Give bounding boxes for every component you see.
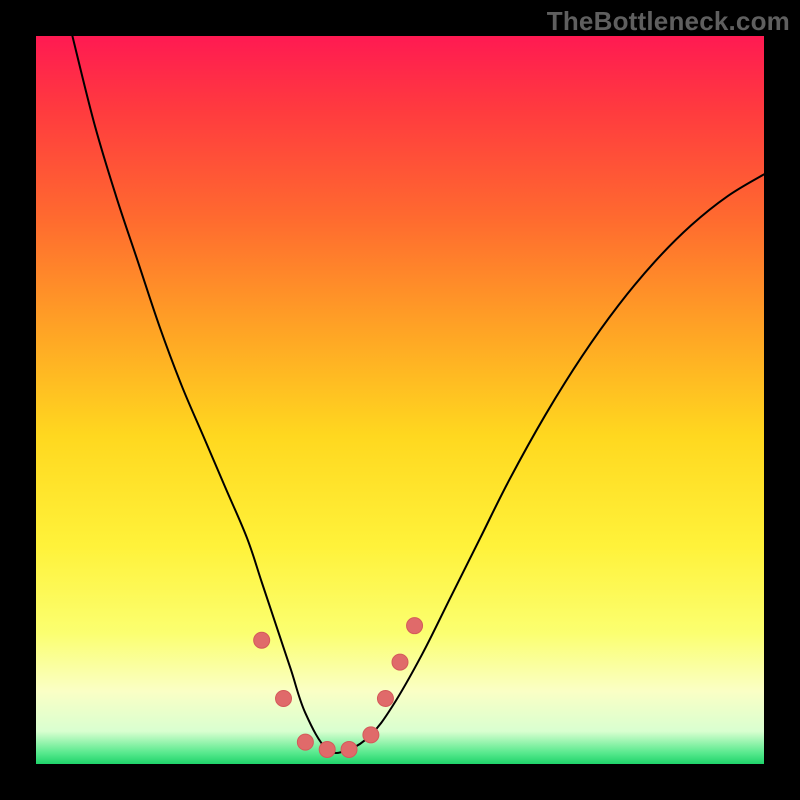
chart-svg: [36, 36, 764, 764]
curve-marker: [407, 618, 423, 634]
curve-marker: [319, 741, 335, 757]
curve-marker: [341, 741, 357, 757]
curve-marker: [392, 654, 408, 670]
curve-marker: [254, 632, 270, 648]
outer-frame: TheBottleneck.com: [0, 0, 800, 800]
curve-marker: [363, 727, 379, 743]
plot-area: [36, 36, 764, 764]
curve-marker: [377, 690, 393, 706]
watermark-text: TheBottleneck.com: [547, 6, 790, 37]
curve-marker: [297, 734, 313, 750]
curve-marker: [276, 690, 292, 706]
